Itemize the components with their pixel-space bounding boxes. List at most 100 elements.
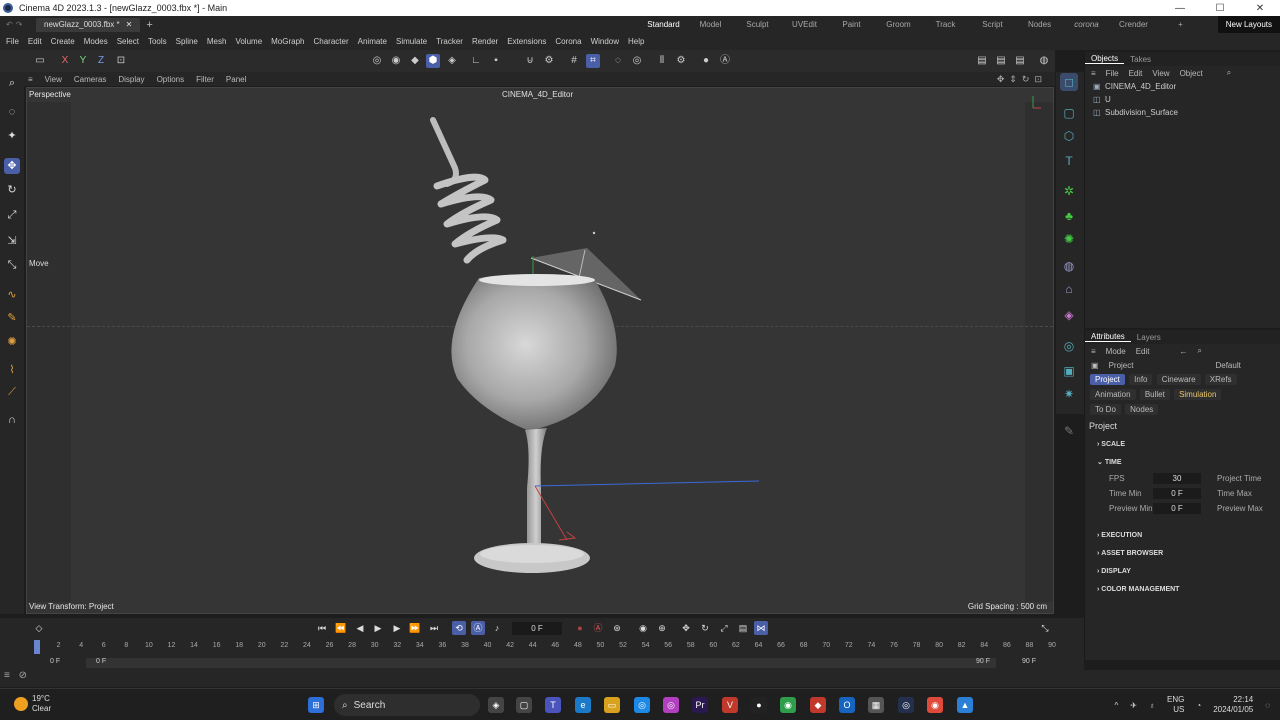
tab-nav-arrows-icon[interactable]: ↶↷	[0, 20, 36, 29]
chrome-icon[interactable]: ◉	[927, 697, 943, 713]
key-options-icon[interactable]: ⊛	[610, 621, 624, 635]
status-menu-icon[interactable]: ≡	[4, 670, 10, 681]
objects-search-icon[interactable]: ⌕	[1227, 68, 1231, 78]
render-to-picture-viewer-icon[interactable]: ▤	[994, 54, 1008, 68]
record-active-icon[interactable]: ●	[573, 621, 587, 635]
chip-xrefs[interactable]: XRefs	[1204, 374, 1237, 385]
minimize-icon[interactable]: —	[1160, 3, 1200, 14]
search-icon[interactable]: ⌕	[4, 75, 20, 91]
green-app-icon[interactable]: ◉	[780, 697, 796, 713]
menu-corona[interactable]: Corona	[555, 37, 581, 46]
rotate-tool-icon[interactable]: ↻	[4, 182, 20, 198]
outlook-icon[interactable]: O	[839, 697, 855, 713]
playback-rate-icon[interactable]: Ⓐ	[471, 621, 485, 635]
layout-model[interactable]: Model	[687, 20, 734, 29]
objects-menu-icon[interactable]: ≡	[1091, 69, 1096, 78]
text-icon[interactable]: T	[1060, 152, 1078, 170]
transform-tool-icon[interactable]: ⇲	[4, 233, 20, 249]
premiere-icon[interactable]: Pr	[692, 697, 708, 713]
chip-project[interactable]: Project	[1090, 374, 1125, 385]
mograph-cloner-icon[interactable]: ♣	[1060, 207, 1078, 225]
app-icon[interactable]: ◎	[634, 697, 650, 713]
previous-frame-icon[interactable]: ◀	[353, 621, 367, 635]
object-row[interactable]: ◫ Subdivision_Surface	[1085, 106, 1280, 119]
brush-icon[interactable]: ⌇	[4, 362, 20, 378]
viewport-navigation-icons[interactable]: ✥⇕↻⊡	[997, 74, 1047, 85]
go-to-start-icon[interactable]: ⏮	[315, 621, 329, 635]
menu-modes[interactable]: Modes	[84, 37, 108, 46]
chip-info[interactable]: Info	[1129, 374, 1153, 385]
notification-bell-icon[interactable]: ◌	[1265, 701, 1270, 710]
generator-icon[interactable]: ✲	[1060, 182, 1078, 200]
spline-pen-icon[interactable]: ∿	[4, 287, 20, 303]
cube-icon[interactable]: ⬡	[1060, 127, 1078, 145]
close-icon[interactable]: ✕	[1240, 3, 1280, 14]
cinema4d-taskbar-icon[interactable]: ◎	[898, 697, 914, 713]
uv-mode-icon[interactable]: ◈	[445, 54, 459, 68]
axis-lock-z-button[interactable]: Z	[94, 54, 108, 68]
autokey-icon[interactable]: Ⓐ	[591, 621, 605, 635]
timeline-graph-icon[interactable]: ⤡	[1038, 621, 1052, 635]
objects-manager-icon[interactable]: ◻	[1060, 73, 1078, 91]
taskbar-clock[interactable]: 22:14 2024/01/05	[1213, 695, 1253, 715]
chip-todo[interactable]: To Do	[1090, 404, 1121, 415]
tray-app-icon[interactable]: ✈	[1130, 701, 1137, 710]
chip-animation[interactable]: Animation	[1090, 389, 1136, 400]
chip-cineware[interactable]: Cineware	[1156, 374, 1201, 385]
scale-tool-icon[interactable]: ⤢	[4, 207, 20, 223]
tab-attributes[interactable]: Attributes	[1085, 332, 1131, 342]
sun-light-icon[interactable]: ✷	[1060, 385, 1078, 403]
light-icon[interactable]: ◈	[1060, 306, 1078, 324]
snap-tool-icon[interactable]: ⤡	[4, 257, 20, 273]
section-color-management[interactable]: › COLOR MANAGEMENT	[1085, 580, 1280, 598]
keyframe-diamond-icon[interactable]: ◇	[32, 621, 46, 635]
layout-uvedit[interactable]: UVEdit	[781, 20, 828, 29]
polygons-mode-icon[interactable]: ⬢	[426, 54, 440, 68]
perspective-viewport[interactable]: ✥⇕↻⊡ Perspective CINEMA_4D_Editor Move V…	[26, 74, 1054, 614]
network-volume-icon[interactable]: ◔	[1196, 701, 1201, 710]
attributes-menu-edit[interactable]: Edit	[1136, 347, 1150, 356]
menu-mesh[interactable]: Mesh	[207, 37, 227, 46]
camera-icon[interactable]: ⌂	[1060, 280, 1078, 298]
chip-nodes[interactable]: Nodes	[1125, 404, 1159, 415]
viewport-menu-icon[interactable]: ≡	[28, 75, 33, 84]
add-layout-icon[interactable]: +	[1157, 20, 1204, 29]
menu-edit[interactable]: Edit	[28, 37, 42, 46]
attributes-menu-icon[interactable]: ≡	[1091, 347, 1096, 356]
render-region-icon[interactable]: ◎	[630, 54, 644, 68]
copilot-icon[interactable]: ◈	[488, 697, 504, 713]
axis-mode-icon[interactable]: ∟	[469, 54, 483, 68]
cloud-render-icon[interactable]: ◍	[1037, 54, 1051, 68]
next-key-icon[interactable]: ⏩	[408, 621, 422, 635]
paint-icon[interactable]: ✺	[4, 334, 20, 350]
points-mode-icon[interactable]: ◆	[408, 54, 422, 68]
tweak-mode-icon[interactable]: ▪	[489, 54, 503, 68]
menu-mograph[interactable]: MoGraph	[271, 37, 304, 46]
app-orange-icon[interactable]: V	[722, 697, 738, 713]
objects-menu-object[interactable]: Object	[1180, 69, 1203, 78]
texture-mode-icon[interactable]: ◉	[389, 54, 403, 68]
symmetry-icon[interactable]: ⫴	[655, 54, 669, 68]
record-app-icon[interactable]: ●	[751, 697, 767, 713]
menu-render[interactable]: Render	[472, 37, 498, 46]
go-to-end-icon[interactable]: ⏭	[427, 621, 441, 635]
section-scale[interactable]: › SCALE	[1085, 435, 1280, 453]
layout-nodes[interactable]: Nodes	[1016, 20, 1063, 29]
back-arrow-icon[interactable]: ←	[1179, 347, 1187, 356]
viewport-menu-options[interactable]: Options	[157, 75, 185, 84]
menu-simulate[interactable]: Simulate	[396, 37, 427, 46]
fps-field[interactable]: 30	[1153, 473, 1201, 484]
move-tool-icon[interactable]: ✥	[4, 158, 20, 174]
document-tab[interactable]: newGlazz_0003.fbx * ✕	[36, 17, 141, 32]
snap-icon[interactable]: ⊍	[523, 54, 537, 68]
new-layouts-button[interactable]: New Layouts	[1217, 16, 1280, 33]
auto-key-icon[interactable]: Ⓐ	[718, 54, 732, 68]
menu-help[interactable]: Help	[628, 37, 644, 46]
object-row[interactable]: ▣ CINEMA_4D_Editor	[1085, 80, 1280, 93]
menu-character[interactable]: Character	[314, 37, 349, 46]
preview-range-bar[interactable]	[86, 658, 996, 668]
selection-options-icon[interactable]: ✦	[4, 128, 20, 144]
weather-widget[interactable]: 19°C Clear	[14, 694, 51, 714]
render-clapper-icon[interactable]: ▤	[975, 54, 989, 68]
menu-file[interactable]: File	[6, 37, 19, 46]
